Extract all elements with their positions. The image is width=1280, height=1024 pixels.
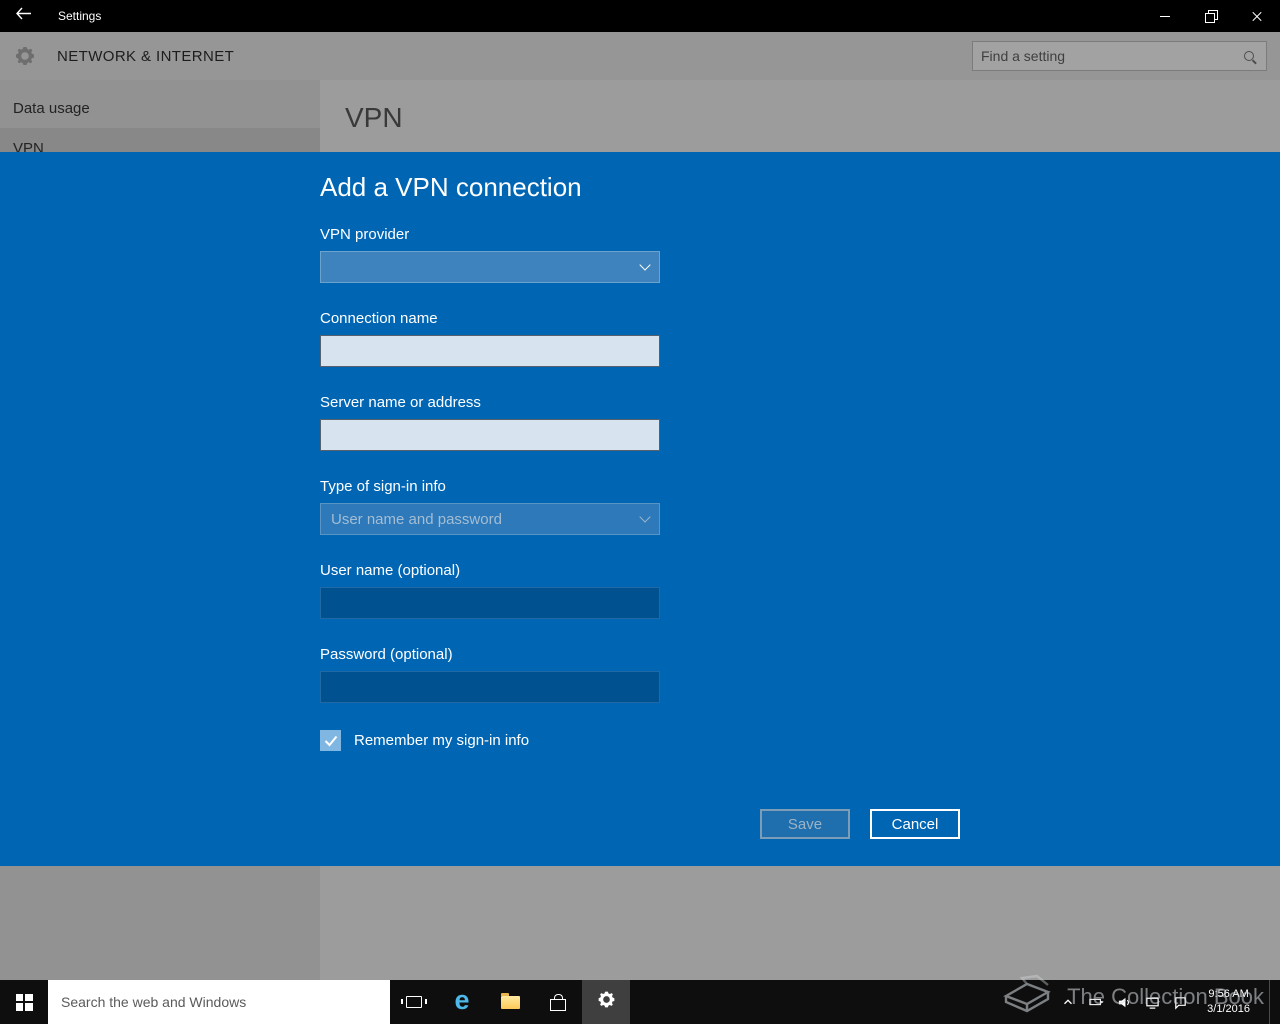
remember-signin-row[interactable]: Remember my sign-in info <box>320 730 1280 752</box>
server-label: Server name or address <box>320 394 481 412</box>
close-icon <box>1251 10 1263 22</box>
clock-time: 9:56 AM <box>1208 988 1249 1001</box>
remember-checkbox[interactable] <box>320 730 341 752</box>
store-icon <box>550 993 566 1011</box>
file-explorer-button[interactable] <box>486 980 534 1024</box>
network-icon[interactable] <box>1145 995 1160 1010</box>
edge-icon: e <box>454 985 470 1015</box>
settings-search-input[interactable] <box>973 48 1244 64</box>
vpn-provider-label: VPN provider <box>320 226 410 244</box>
settings-search-box[interactable] <box>972 41 1267 71</box>
signin-type-value: User name and password <box>331 510 502 528</box>
titlebar: Settings <box>0 0 1280 32</box>
settings-taskbar-button[interactable] <box>582 980 630 1024</box>
connection-name-label: Connection name <box>320 310 438 328</box>
chevron-down-icon <box>639 259 651 271</box>
sidebar-item-label: Data usage <box>13 99 90 117</box>
close-button[interactable] <box>1234 0 1280 32</box>
vpn-provider-select[interactable] <box>320 251 660 284</box>
chevron-down-icon <box>639 511 651 523</box>
back-arrow-icon <box>15 7 32 25</box>
remember-checkbox-label: Remember my sign-in info <box>354 732 530 750</box>
minimize-button[interactable] <box>1142 0 1188 32</box>
store-button[interactable] <box>534 980 582 1024</box>
settings-gear-icon <box>596 989 617 1015</box>
minimize-icon <box>1160 15 1170 17</box>
search-icon <box>1244 51 1254 61</box>
page-title: VPN <box>345 102 403 133</box>
tray-chevron-up-icon[interactable] <box>1061 995 1075 1009</box>
edge-button[interactable]: e <box>438 980 486 1024</box>
username-input[interactable] <box>320 587 660 620</box>
signin-type-field: Type of sign-in info User name and passw… <box>320 478 660 536</box>
username-field: User name (optional) <box>320 562 660 620</box>
gear-icon <box>13 44 37 68</box>
start-button[interactable] <box>0 980 48 1024</box>
password-input[interactable] <box>320 671 660 704</box>
windows-logo-icon <box>15 993 33 1011</box>
save-button[interactable]: Save <box>760 809 850 839</box>
password-label: Password (optional) <box>320 646 453 664</box>
server-field: Server name or address <box>320 394 660 452</box>
taskbar: e <box>0 980 1280 1024</box>
volume-icon[interactable] <box>1117 995 1132 1010</box>
vpn-provider-field: VPN provider <box>320 226 660 284</box>
cancel-button[interactable]: Cancel <box>870 809 960 839</box>
back-button[interactable] <box>0 0 46 32</box>
dialog-buttons: Save Cancel <box>760 809 960 839</box>
sidebar-item-data-usage[interactable]: Data usage <box>0 88 320 128</box>
connection-name-field: Connection name <box>320 310 660 368</box>
app-header: NETWORK & INTERNET <box>0 32 1280 80</box>
system-tray: 9:56 AM 3/1/2016 <box>1061 980 1280 1024</box>
window-title: Settings <box>58 9 102 23</box>
vpn-dialog-overlay: Add a VPN connection VPN provider Connec… <box>0 152 1280 866</box>
username-label: User name (optional) <box>320 562 461 580</box>
connection-name-input[interactable] <box>320 335 660 368</box>
taskbar-clock[interactable]: 9:56 AM 3/1/2016 <box>1201 987 1256 1017</box>
battery-icon[interactable] <box>1088 995 1104 1009</box>
password-field: Password (optional) <box>320 646 660 704</box>
taskbar-search-input[interactable] <box>48 994 390 1010</box>
file-explorer-icon <box>500 992 520 1009</box>
maximize-button[interactable] <box>1188 0 1234 32</box>
signin-type-label: Type of sign-in info <box>320 478 446 496</box>
task-view-button[interactable] <box>390 980 438 1024</box>
checkmark-icon <box>324 735 337 747</box>
taskbar-search-box[interactable] <box>48 980 390 1024</box>
signin-type-select[interactable]: User name and password <box>320 503 660 536</box>
window-controls <box>1142 0 1280 32</box>
clock-date: 3/1/2016 <box>1207 1003 1250 1015</box>
add-vpn-dialog: Add a VPN connection VPN provider Connec… <box>0 152 1280 866</box>
show-desktop-button[interactable] <box>1269 980 1276 1024</box>
action-center-icon[interactable] <box>1173 995 1188 1010</box>
settings-window: Settings NETWORK & INTERNET Data usage V… <box>0 0 1280 1024</box>
page-header-title: NETWORK & INTERNET <box>57 47 235 65</box>
dialog-title: Add a VPN connection <box>320 172 582 202</box>
task-view-icon <box>401 996 427 1008</box>
restore-icon <box>1204 9 1218 23</box>
server-input[interactable] <box>320 419 660 452</box>
